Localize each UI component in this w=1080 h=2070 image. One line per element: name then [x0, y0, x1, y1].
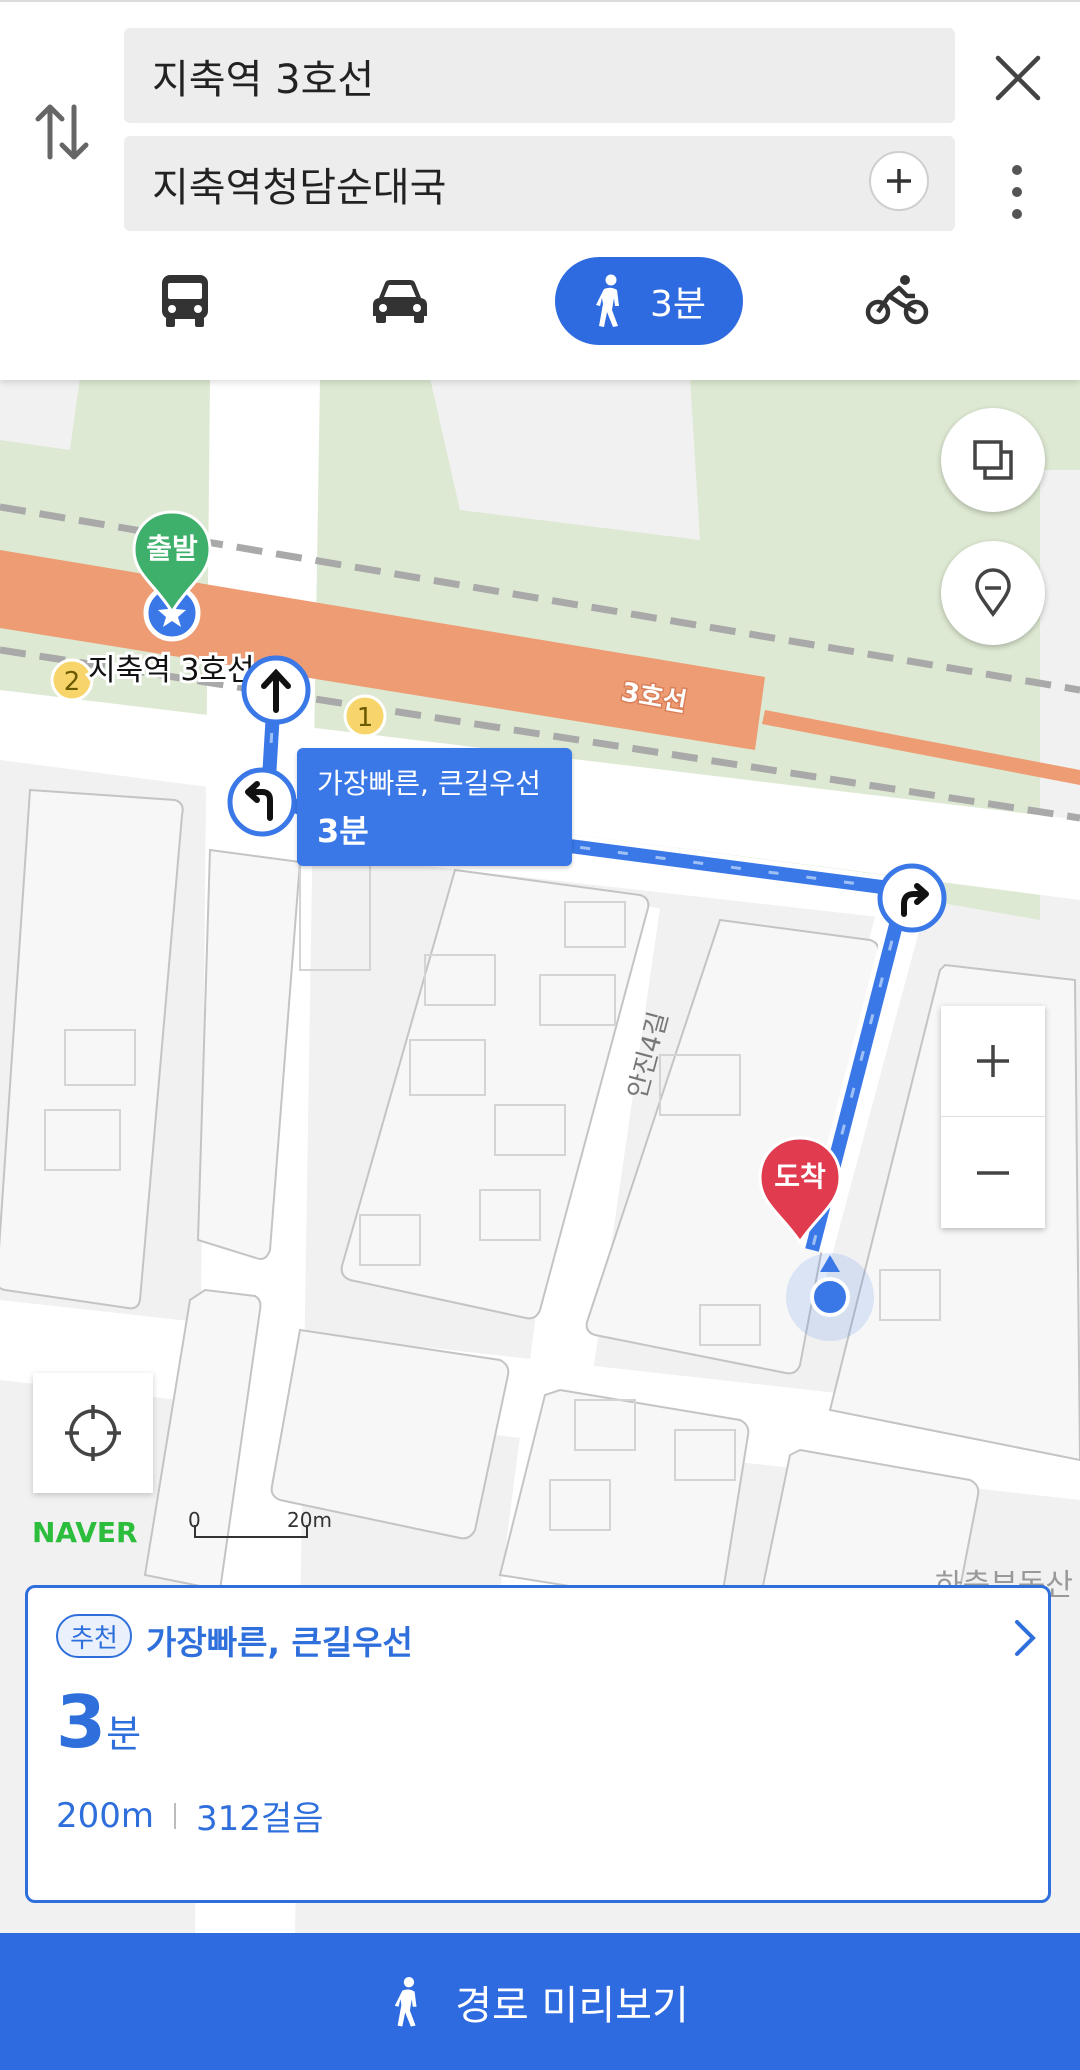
chevron-right-icon	[1015, 1620, 1036, 1656]
route-duration: 3분	[56, 1680, 141, 1764]
recommended-badge: 추천	[56, 1614, 132, 1658]
route-preview-button[interactable]: 경로 미리보기	[0, 1933, 1080, 2070]
zoom-out-button[interactable]	[941, 1117, 1045, 1228]
close-button[interactable]	[990, 50, 1046, 106]
route-stats: 200m 312걸음	[56, 1791, 323, 1840]
station-label: 지축역 3호선	[88, 653, 255, 688]
route-title: 가장빠른, 큰길우선	[146, 1623, 413, 1662]
layers-icon	[973, 440, 1013, 480]
naver-logo: NAVER	[32, 1516, 138, 1549]
route-summary-card[interactable]: 추천 가장빠른, 큰길우선 3분 200m 312걸음	[25, 1585, 1051, 1903]
swap-button[interactable]	[30, 97, 94, 167]
route-bubble-title: 가장빠른, 큰길우선	[317, 767, 541, 800]
map-pin-button[interactable]	[941, 541, 1045, 645]
route-distance: 200m	[56, 1795, 155, 1836]
end-marker-label: 도착	[774, 1160, 826, 1193]
walk-time: 3분	[649, 284, 707, 325]
close-icon	[995, 55, 1041, 101]
route-preview-label: 경로 미리보기	[455, 1982, 689, 2029]
tab-walk[interactable]: 3분	[555, 257, 743, 345]
tab-bicycle[interactable]	[852, 257, 942, 345]
bicycle-icon	[865, 275, 929, 325]
tab-car[interactable]	[355, 257, 445, 345]
location-pin-icon	[975, 568, 1011, 618]
scale-value: 20m	[287, 1508, 332, 1532]
duration-number: 3	[56, 1680, 107, 1764]
destination-field[interactable]: 지축역청담순대국	[124, 136, 955, 231]
route-bubble[interactable]: 가장빠른, 큰길우선 3분	[297, 748, 572, 866]
origin-field[interactable]: 지축역 3호선	[124, 28, 955, 123]
destination-text: 지축역청담순대국	[152, 164, 447, 211]
duration-unit: 분	[106, 1712, 142, 1756]
more-vertical-icon	[1012, 165, 1022, 219]
exit-1-label: 1	[357, 703, 374, 733]
my-location-button[interactable]	[33, 1373, 153, 1493]
minus-icon	[977, 1170, 1009, 1175]
walk-icon	[395, 1976, 417, 2027]
tab-transit[interactable]	[140, 257, 230, 345]
more-menu-button[interactable]	[1000, 162, 1034, 222]
zoom-controls	[941, 1006, 1045, 1228]
start-marker-label: 출발	[146, 532, 198, 565]
exit-2-label: 2	[64, 667, 81, 697]
add-waypoint-button[interactable]	[869, 151, 929, 211]
route-search-header: 지축역 3호선 지축역청담순대국 3분	[0, 0, 1080, 380]
route-bubble-time: 3분	[317, 812, 369, 850]
stats-divider	[174, 1802, 177, 1829]
plus-icon	[977, 1045, 1009, 1077]
walk-icon	[595, 274, 619, 327]
crosshair-icon	[65, 1405, 121, 1461]
scale-zero: 0	[188, 1508, 201, 1532]
map-layers-button[interactable]	[941, 408, 1045, 512]
origin-text: 지축역 3호선	[152, 56, 375, 103]
plus-icon	[887, 169, 911, 193]
car-icon	[373, 280, 427, 323]
route-steps: 312걸음	[196, 1799, 324, 1839]
zoom-in-button[interactable]	[941, 1006, 1045, 1117]
bus-icon	[162, 275, 208, 327]
swap-icon	[35, 104, 89, 160]
